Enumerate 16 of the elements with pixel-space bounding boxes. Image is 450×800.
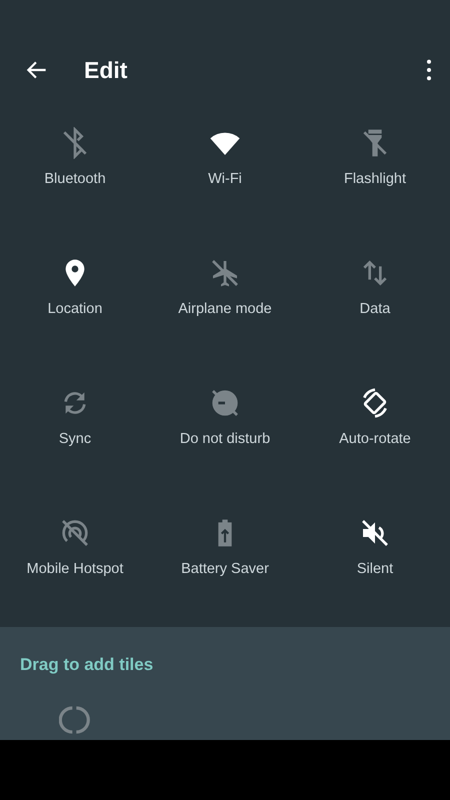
section-title: Drag to add tiles xyxy=(19,654,154,675)
tile-label: Airplane mode xyxy=(178,301,272,317)
tile-label: Do not disturb xyxy=(180,431,270,447)
tile-label: Flashlight xyxy=(344,171,406,187)
more-dots-icon xyxy=(426,59,432,81)
tile-label: Mobile Hotspot xyxy=(26,561,124,577)
tile-label: Wi-Fi xyxy=(208,171,242,187)
tile-label: Battery Saver xyxy=(181,561,269,577)
tile-label: Sync xyxy=(58,431,92,447)
refresh-icon xyxy=(59,704,91,736)
tile-label: Location xyxy=(48,301,102,317)
tile-label: Auto-rotate xyxy=(339,431,411,447)
tile-label: Bluetooth xyxy=(44,171,106,187)
tile-label: Silent xyxy=(356,561,394,577)
tile-label: Data xyxy=(360,301,390,317)
toolbar-title: Edit xyxy=(84,56,128,84)
